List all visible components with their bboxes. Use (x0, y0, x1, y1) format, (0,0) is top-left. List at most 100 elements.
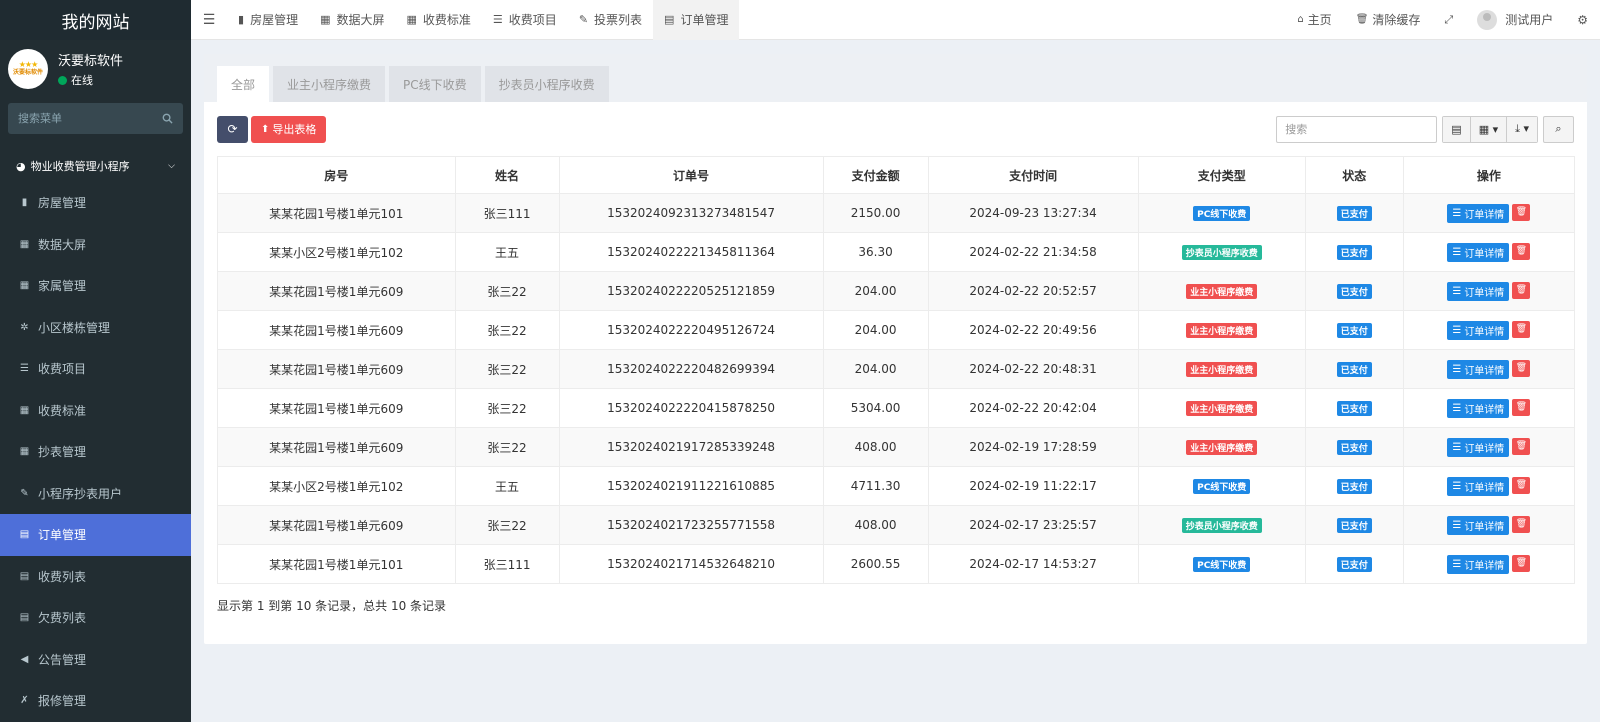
sidebar-item-label: 小区楼栋管理 (38, 320, 111, 335)
refresh-button[interactable]: ⟳ (217, 115, 248, 143)
sidebar-search-input[interactable] (18, 112, 148, 125)
subtab-3[interactable]: 抄表员小程序收费 (484, 66, 609, 102)
order-detail-button[interactable]: ☰ 订单详情 (1447, 437, 1510, 457)
search-icon[interactable] (162, 113, 173, 124)
table-row[interactable]: 某某花园1号楼1单元609 张三22 1532024022220482699394 2… (217, 349, 1576, 389)
sidebar-item-4[interactable]: ☰ 收费项目 (0, 348, 191, 390)
search-icon: ⌕ (1555, 122, 1562, 135)
nav-tab-3[interactable]: ☰ 收费项目 (482, 0, 568, 40)
column-header[interactable]: 姓名 (454, 156, 560, 194)
delete-button[interactable]: 🗑 (1512, 242, 1531, 260)
order-detail-button[interactable]: ☰ 订单详情 (1447, 398, 1510, 418)
cell-type: PC线下收费 (1137, 544, 1306, 584)
sidebar-item-7[interactable]: ✎ 小程序抄表用户 (0, 473, 191, 515)
nav-tab-0[interactable]: ▮ 房屋管理 (227, 0, 309, 40)
cell-actions: ☰ 订单详情 🗑 (1402, 349, 1576, 389)
order-detail-label: 订单详情 (1464, 287, 1505, 299)
export-options-button[interactable]: ⤓ ▾ (1507, 116, 1537, 142)
table-row[interactable]: 某某花园1号楼1单元101 张三111 1532024092313273481547… (217, 193, 1576, 233)
delete-button[interactable]: 🗑 (1512, 281, 1531, 299)
order-detail-label: 订单详情 (1464, 560, 1505, 572)
subtab-0[interactable]: 全部 (217, 66, 270, 102)
delete-button[interactable]: 🗑 (1512, 554, 1531, 572)
sidebar-item-5[interactable]: ▦ 收费标准 (0, 390, 191, 432)
list-icon: ☰ (1452, 480, 1462, 492)
cell-type: PC线下收费 (1137, 193, 1306, 233)
delete-button[interactable]: 🗑 (1512, 437, 1531, 455)
home-link[interactable]: ⌂ 主页 (1285, 11, 1343, 28)
order-detail-button[interactable]: ☰ 订单详情 (1447, 515, 1510, 535)
column-header[interactable]: 支付金额 (822, 156, 929, 194)
column-header[interactable]: 支付类型 (1137, 156, 1306, 194)
delete-button[interactable]: 🗑 (1512, 398, 1531, 416)
sidebar-item-3[interactable]: ✲ 小区楼栋管理 (0, 307, 191, 349)
order-detail-button[interactable]: ☰ 订单详情 (1447, 476, 1510, 496)
table-row[interactable]: 某某花园1号楼1单元609 张三22 1532024022220495126724 2… (217, 310, 1576, 350)
column-header[interactable]: 订单号 (558, 156, 824, 194)
table-row[interactable]: 某某小区2号楼1单元102 王五 1532024022221345811364 36.… (217, 232, 1576, 272)
advanced-search-button[interactable]: ⌕ (1543, 115, 1574, 143)
table-row[interactable]: 某某花园1号楼1单元101 张三111 1532024021714532648210… (217, 544, 1576, 584)
clear-cache-link[interactable]: 🗑 清除缓存 (1344, 11, 1433, 28)
sidebar-item-10[interactable]: ▤ 欠费列表 (0, 597, 191, 639)
nav-tab-5[interactable]: ▤ 订单管理 (653, 0, 740, 40)
card-view-button[interactable]: ▤ (1443, 116, 1471, 142)
order-detail-button[interactable]: ☰ 订单详情 (1447, 320, 1510, 340)
order-detail-button[interactable]: ☰ 订单详情 (1447, 203, 1510, 223)
nav-tab-2[interactable]: ▦ 收费标准 (396, 0, 482, 40)
order-detail-button[interactable]: ☰ 订单详情 (1447, 359, 1510, 379)
delete-button[interactable]: 🗑 (1512, 359, 1531, 377)
sidebar-item-8[interactable]: ▤ 订单管理 (0, 514, 191, 556)
table-row[interactable]: 某某花园1号楼1单元609 张三22 1532024022220415878250 5… (217, 388, 1576, 428)
cell-type: 抄表员小程序收费 (1137, 232, 1306, 272)
sidebar-search (8, 103, 183, 134)
menu-section-header[interactable]: ◕ 物业收费管理小程序 ⌵ (0, 150, 191, 182)
table-search-input[interactable] (1276, 115, 1438, 143)
sidebar-item-12[interactable]: ✗ 报修管理 (0, 680, 191, 722)
site-title[interactable]: 我的网站 (0, 0, 191, 40)
settings-button[interactable]: ⚙ (1565, 13, 1600, 27)
status-badge: 已支付 (1336, 205, 1372, 221)
export-button[interactable]: ⬆ 导出表格 (251, 115, 327, 143)
list-icon: ☰ (1452, 519, 1462, 531)
delete-button[interactable]: 🗑 (1512, 515, 1531, 533)
subtab-2[interactable]: PC线下收费 (389, 66, 481, 102)
sidebar-item-9[interactable]: ▤ 收费列表 (0, 556, 191, 598)
order-detail-button[interactable]: ☰ 订单详情 (1447, 242, 1510, 262)
sidebar-item-1[interactable]: ▦ 数据大屏 (0, 224, 191, 266)
building-icon: ▮ (238, 13, 245, 26)
nav-tab-1[interactable]: ▦ 数据大屏 (309, 0, 395, 40)
sidebar-item-6[interactable]: ▦ 抄表管理 (0, 431, 191, 473)
order-detail-button[interactable]: ☰ 订单详情 (1447, 554, 1510, 574)
table-row[interactable]: 某某小区2号楼1单元102 王五 1532024021911221610885 471… (217, 466, 1576, 506)
column-header[interactable]: 操作 (1402, 156, 1576, 194)
order-detail-button[interactable]: ☰ 订单详情 (1447, 281, 1510, 301)
delete-button[interactable]: 🗑 (1512, 203, 1531, 221)
fullscreen-button[interactable]: ⤢ (1432, 13, 1465, 27)
sidebar-item-0[interactable]: ▮ 房屋管理 (0, 182, 191, 224)
column-header[interactable]: 支付时间 (927, 156, 1139, 194)
table-row[interactable]: 某某花园1号楼1单元609 张三22 1532024021723255771558 4… (217, 505, 1576, 545)
column-header[interactable]: 状态 (1304, 156, 1404, 194)
user-menu[interactable]: 测试用户 (1465, 9, 1565, 30)
cell-time: 2024-02-19 11:22:17 (927, 466, 1139, 506)
order-detail-label: 订单详情 (1464, 443, 1505, 455)
hamburger-menu-icon[interactable]: ☰ (191, 12, 227, 28)
delete-button[interactable]: 🗑 (1512, 476, 1531, 494)
sidebar-item-11[interactable]: ◀ 公告管理 (0, 639, 191, 681)
list-icon: ☰ (1452, 285, 1462, 297)
pay-type-badge: 业主小程序缴费 (1186, 439, 1258, 455)
table-row[interactable]: 某某花园1号楼1单元609 张三22 1532024021917285339248 4… (217, 427, 1576, 467)
sidebar-item-2[interactable]: ▦ 家属管理 (0, 265, 191, 307)
column-header[interactable]: 房号 (217, 156, 456, 194)
cell-order: 1532024021723255771558 (558, 505, 824, 545)
cell-type: PC线下收费 (1137, 466, 1306, 506)
cell-actions: ☰ 订单详情 🗑 (1402, 544, 1576, 584)
nav-tab-4[interactable]: ✎ 投票列表 (568, 0, 653, 40)
cell-status: 已支付 (1304, 388, 1404, 428)
delete-button[interactable]: 🗑 (1512, 320, 1531, 338)
cell-actions: ☰ 订单详情 🗑 (1402, 232, 1576, 272)
subtab-1[interactable]: 业主小程序缴费 (273, 66, 386, 102)
columns-toggle-button[interactable]: ▦ ▾ (1470, 116, 1508, 142)
table-row[interactable]: 某某花园1号楼1单元609 张三22 1532024022220525121859 2… (217, 271, 1576, 311)
